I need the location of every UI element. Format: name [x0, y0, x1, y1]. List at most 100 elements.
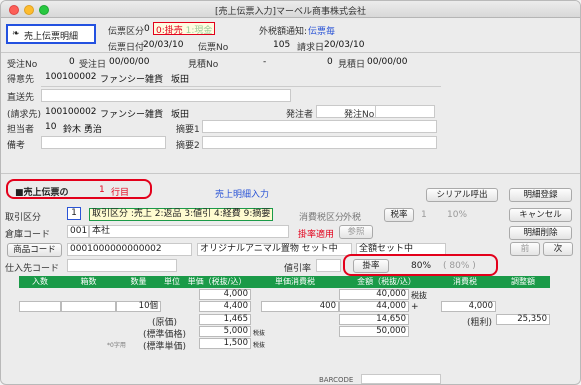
tax-type-value[interactable]: 外税 — [343, 210, 361, 223]
cancel-button[interactable]: キャンセル — [509, 208, 572, 222]
std-unit-label: (標準単価) — [143, 342, 187, 352]
rate-value2: ( 80% ) — [443, 261, 476, 271]
header-tax: 消費税 — [434, 276, 496, 288]
memo1-label: 摘要1 — [176, 125, 200, 135]
customer-label: 得意先 — [7, 75, 35, 85]
serial-call-button[interactable]: シリアル呼出 — [426, 188, 498, 202]
cost-rate-field[interactable] — [316, 259, 341, 272]
apply-rate-text: 掛率適用 — [298, 230, 335, 240]
tax-field[interactable]: 4,000 — [441, 301, 496, 312]
amount-top: 40,000 — [339, 289, 409, 300]
supplier-field[interactable] — [67, 259, 177, 272]
tax-rate-num: 1 — [421, 210, 427, 220]
estimate-date-value[interactable]: 00/00/00 — [367, 57, 407, 67]
window-title: [売上伝票入力]マーベル商事株式会社 — [214, 7, 367, 17]
header-adjust: 調整額 — [496, 276, 550, 288]
std-unit-value: 1,500 — [199, 338, 251, 349]
amount-top-tag: 税抜 — [411, 291, 427, 300]
detail-input-title: 売上明細入力 — [215, 190, 270, 200]
order-date-value[interactable]: 00/00/00 — [109, 57, 149, 67]
estimate-no-label: 見積No — [188, 60, 219, 70]
estimate-no-value: - — [263, 57, 267, 67]
cost-rate-label: 値引率 — [284, 264, 312, 274]
foreign-tax-label: 外税額通知: — [259, 27, 308, 37]
billing-label: (請求先) — [7, 110, 42, 120]
divider — [1, 52, 580, 53]
estimate-date-label: 見積日 — [338, 60, 366, 70]
sidebar-label: 売上伝票明細 — [24, 32, 79, 42]
std-unit-tag: 税抜 — [253, 342, 266, 349]
product-code-field[interactable]: 0001000000000002 — [67, 243, 192, 256]
arrow-icon: ❧ — [12, 29, 20, 39]
trade-type-options: 取引区分 :売上 2:返品 3:値引 4:経費 9:摘要 — [89, 208, 274, 221]
trade-type-label: 取引区分 — [5, 213, 42, 223]
slip-type-label: 伝票区分 — [108, 27, 145, 37]
slip-date-value[interactable]: 20/03/10 — [143, 40, 183, 50]
billing-name: ファンシー雑貨 — [100, 110, 164, 120]
rate-button[interactable]: 掛率 — [353, 259, 389, 273]
tax-type-label: 消費税区分 — [299, 213, 345, 223]
memo2-field[interactable] — [202, 136, 437, 149]
header-irisu: 入数 — [19, 276, 61, 288]
irisu-field[interactable] — [19, 301, 61, 312]
delivery-label: 直送先 — [7, 93, 35, 103]
std-amount: 50,000 — [339, 326, 409, 337]
product-code-button[interactable]: 商品コード — [7, 243, 62, 257]
unit-tax-field[interactable]: 400 — [261, 301, 339, 312]
title-bar: [売上伝票入力]マーベル商事株式会社 — [1, 1, 580, 18]
memo2-label: 摘要2 — [176, 141, 200, 151]
main-window: [売上伝票入力]マーベル商事株式会社 ❧ 売上伝票明細 伝票区分 0 0:掛売 … — [0, 0, 581, 385]
slip-type-tag: 0:掛売 1:現金 — [153, 22, 216, 36]
order-date-label: 受注日 — [79, 60, 107, 70]
header-hakosu: 箱数 — [61, 276, 116, 288]
staff-name: 鈴木 勇治 — [63, 125, 102, 135]
barcode-label: BARCODE — [319, 376, 354, 384]
orderer-no-field[interactable] — [375, 105, 435, 118]
customer-code[interactable]: 100100002 — [45, 72, 97, 82]
foreign-tax-value[interactable]: 伝票毎 — [308, 24, 335, 37]
order-no-value[interactable]: 0 — [69, 57, 75, 67]
estimate-no-value2[interactable]: 0 — [327, 57, 333, 67]
note-field[interactable] — [41, 136, 166, 149]
slip-type-value[interactable]: 0 — [144, 24, 150, 34]
billing-code: 100100002 — [45, 107, 97, 117]
quantity-field[interactable]: 10個 — [116, 301, 161, 312]
header-unit-price: 単価（税抜/込） — [183, 276, 251, 288]
memo1-field[interactable] — [202, 120, 437, 133]
delete-button[interactable]: 明細削除 — [509, 226, 572, 240]
customer-field[interactable] — [41, 83, 441, 87]
tax-rate-pct: 10% — [447, 210, 468, 220]
warehouse-code-field[interactable]: 001 — [67, 225, 89, 238]
register-button[interactable]: 明細登録 — [509, 188, 572, 202]
next-button[interactable]: 次 — [543, 242, 573, 256]
row-indicator-num: 1 — [99, 185, 105, 195]
cost-value: 1,465 — [199, 314, 251, 325]
cost-amount: 14,650 — [339, 314, 409, 325]
hakosu-field[interactable] — [61, 301, 116, 312]
sidebar-label-box[interactable]: ❧ 売上伝票明細 — [6, 24, 96, 44]
rate-value[interactable]: 80% — [411, 261, 431, 271]
barcode-field[interactable] — [361, 374, 441, 384]
delivery-field[interactable] — [41, 89, 291, 102]
header-unit-tax: 単価消費税 — [251, 276, 339, 288]
warehouse-name-field: 本社 — [89, 225, 289, 238]
std-price-value: 5,000 — [199, 326, 251, 337]
amount-field[interactable]: 44,000 — [339, 301, 409, 312]
bill-date-value[interactable]: 20/03/10 — [324, 40, 364, 50]
unit-price-field[interactable]: 4,400 — [199, 301, 251, 312]
product-name-field[interactable]: オリジナルアニマル置物 セット中 — [197, 243, 352, 256]
slip-no-value[interactable]: 105 — [273, 40, 290, 50]
unit-price-top: 4,000 — [199, 289, 251, 300]
order-no-label: 受注No — [7, 60, 38, 70]
trade-type-input[interactable]: 1 — [67, 207, 81, 220]
plus-sign: + — [411, 302, 419, 312]
header-amount: 金額（税抜/込） — [339, 276, 434, 288]
prev-button[interactable]: 前 — [510, 242, 540, 256]
orderer-no-label: 発注No — [344, 110, 375, 120]
std-price-tag: 税抜 — [253, 330, 266, 337]
tax-rate-button[interactable]: 税率 — [384, 208, 414, 222]
profit-label: (粗利) — [467, 318, 493, 328]
billing-branch: 坂田 — [171, 110, 190, 120]
staff-code[interactable]: 10 — [45, 122, 56, 132]
reference-button[interactable]: 参照 — [339, 225, 373, 239]
